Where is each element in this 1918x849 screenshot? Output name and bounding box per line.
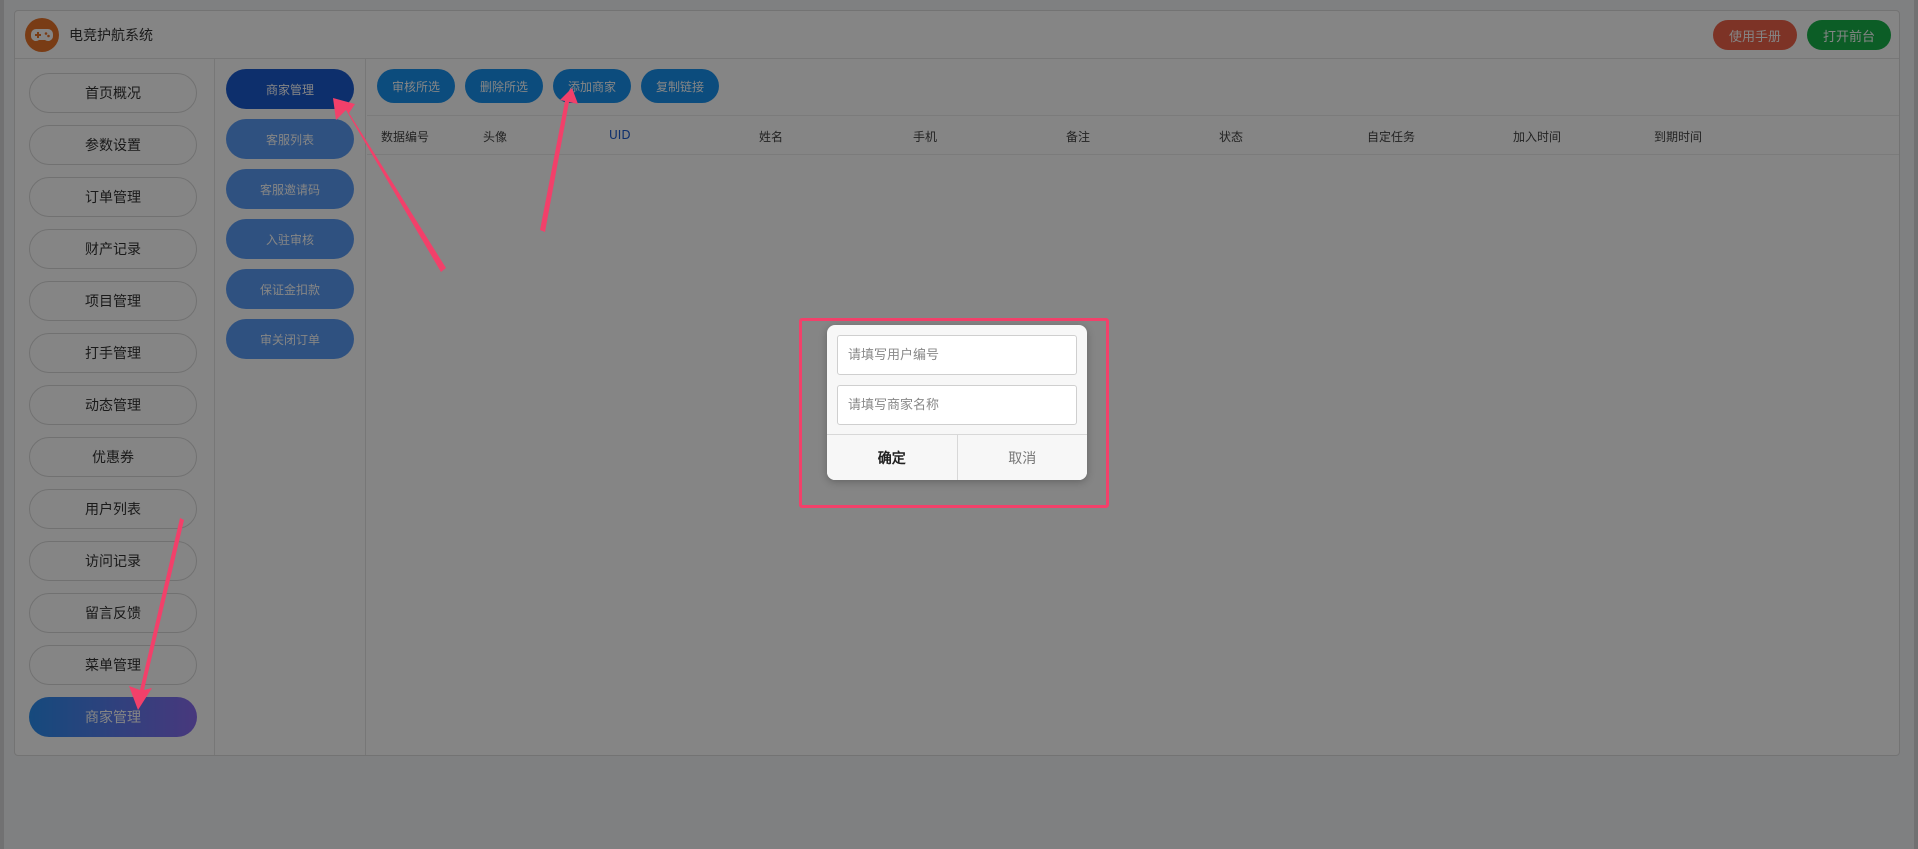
cancel-button[interactable]: 取消 <box>957 435 1087 480</box>
arrow-to-sidebar-merchants <box>129 518 184 710</box>
add-merchant-dialog: 确定 取消 <box>827 325 1087 480</box>
arrow-to-add-merchant <box>540 88 578 232</box>
arrow-to-submenu-merchants <box>333 98 446 272</box>
user-id-input[interactable] <box>837 335 1077 375</box>
dialog-buttons: 确定 取消 <box>827 434 1087 480</box>
merchant-name-input[interactable] <box>837 385 1077 425</box>
confirm-button[interactable]: 确定 <box>827 435 958 480</box>
